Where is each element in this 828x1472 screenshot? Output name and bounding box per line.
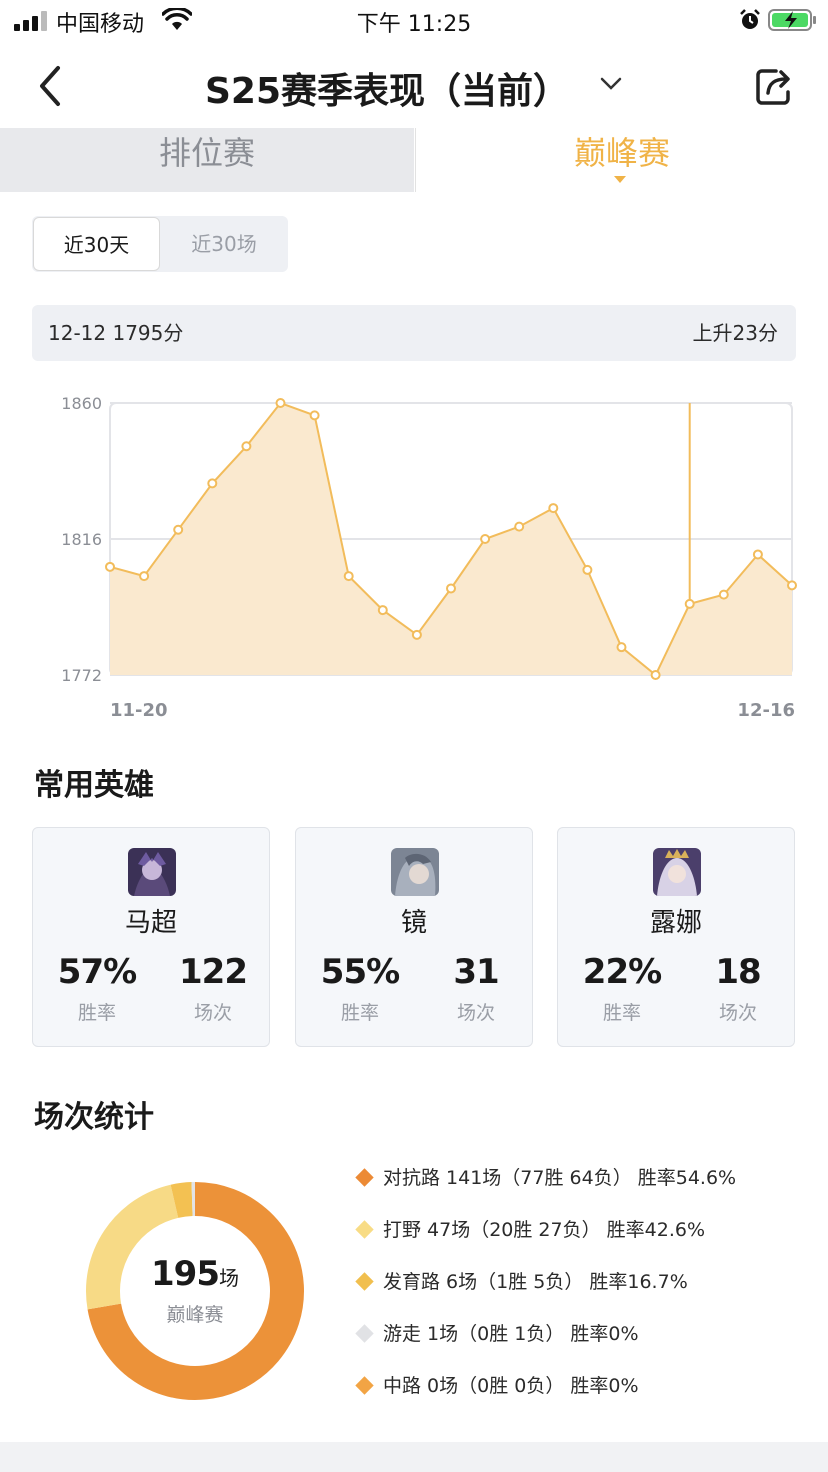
x-tick-label: 11-20: [110, 700, 168, 721]
win-rate-value: 22%: [582, 952, 662, 992]
hero-avatar: [653, 848, 701, 896]
data-point[interactable]: [650, 670, 661, 680]
tab-peak[interactable]: 巅峰赛: [415, 128, 828, 192]
status-bar: 中国移动 下午 11:25: [0, 0, 828, 44]
win-rate-value: 57%: [57, 952, 137, 992]
data-point[interactable]: [616, 642, 627, 653]
data-point[interactable]: [207, 478, 218, 489]
share-icon[interactable]: [754, 66, 794, 106]
data-point[interactable]: [787, 580, 797, 591]
tab-ranked[interactable]: 排位赛: [0, 128, 414, 192]
mode-tabs: 排位赛 巅峰赛: [0, 128, 828, 192]
legend-text: 游走 1场（0胜 1负） 胜率0%: [383, 1323, 639, 1345]
data-point[interactable]: [139, 571, 150, 582]
hero-games: 18 场次: [688, 952, 788, 1025]
legend-marker-diamond: [355, 1272, 374, 1291]
data-point[interactable]: [582, 564, 593, 575]
range-toggle: 近30天 近30场: [32, 216, 288, 272]
total-games-mode: 巅峰赛: [166, 1304, 224, 1326]
chevron-down-icon: [600, 77, 622, 90]
x-tick-label: 12-16: [737, 700, 795, 721]
heroes-section-title: 常用英雄: [34, 768, 154, 803]
battery-charging-icon: [768, 9, 816, 31]
tab-peak-label: 巅峰赛: [573, 134, 670, 172]
legend-text: 对抗路 141场（77胜 64负） 胜率54.6%: [383, 1167, 737, 1189]
legend-marker-diamond: [355, 1168, 374, 1187]
legend-marker-diamond: [355, 1220, 374, 1239]
data-point[interactable]: [343, 571, 354, 582]
legend-text: 中路 0场（0胜 0负） 胜率0%: [383, 1375, 639, 1397]
score-trend-chart[interactable]: 1772 1816 1860 11-20 12-16: [0, 380, 828, 730]
games-label: 场次: [718, 1002, 757, 1024]
games-value: 18: [715, 952, 761, 992]
legend-text: 打野 47场（20胜 27负） 胜率42.6%: [383, 1219, 706, 1241]
data-point[interactable]: [480, 534, 491, 544]
hero-avatar: [391, 848, 439, 896]
win-rate-value: 55%: [320, 952, 400, 992]
score-change: 上升23分: [692, 321, 778, 345]
total-games-unit: 场: [218, 1266, 239, 1290]
page-title: S25赛季表现（当前）: [204, 71, 570, 112]
alarm-icon: [740, 9, 760, 29]
data-point[interactable]: [275, 398, 286, 408]
range-30-games-button[interactable]: 近30场: [160, 216, 288, 272]
bottom-divider: [0, 1442, 828, 1472]
season-selector[interactable]: S25赛季表现（当前）: [205, 62, 623, 114]
hero-games: 122 场次: [163, 952, 263, 1025]
total-games: 195场: [84, 1254, 306, 1294]
data-point[interactable]: [752, 549, 763, 560]
legend-text: 发育路 6场（1胜 5负） 胜率16.7%: [383, 1271, 688, 1293]
hero-card-luna[interactable]: 露娜 22% 胜率 18 场次: [557, 827, 795, 1047]
y-tick-label: 1816: [61, 530, 102, 549]
data-point[interactable]: [446, 583, 456, 594]
hero-win-rate: 22% 胜率: [572, 952, 672, 1025]
hero-card-jing[interactable]: 镜 55% 胜率 31 场次: [295, 827, 533, 1047]
data-point[interactable]: [309, 410, 320, 421]
clock-time: 下午 11:25: [356, 12, 472, 37]
games-value: 31: [453, 952, 499, 992]
y-tick-label: 1772: [61, 666, 102, 685]
hero-name: 镜: [400, 908, 427, 938]
hero-games: 31 场次: [426, 952, 526, 1025]
range-30-days-button[interactable]: 近30天: [33, 217, 160, 271]
donut-segment: [170, 1182, 193, 1218]
score-info-bar: 12-12 1795分 上升23分: [32, 305, 796, 361]
navigation-bar: S25赛季表现（当前）: [0, 44, 828, 128]
win-rate-label: 胜率: [340, 1002, 379, 1024]
hero-win-rate: 57% 胜率: [47, 952, 147, 1025]
data-point[interactable]: [684, 598, 695, 609]
hero-avatar: [128, 848, 176, 896]
data-point[interactable]: [548, 503, 559, 514]
win-rate-label: 胜率: [602, 1002, 641, 1024]
data-point[interactable]: [377, 605, 388, 616]
data-point[interactable]: [105, 561, 115, 572]
active-tab-indicator: [614, 176, 626, 183]
data-point[interactable]: [241, 441, 252, 452]
y-tick-label: 1860: [61, 394, 102, 413]
hero-card-machao[interactable]: 马超 57% 胜率 122 场次: [32, 827, 270, 1047]
stats-section-title: 场次统计: [34, 1100, 154, 1135]
win-rate-label: 胜率: [77, 1002, 116, 1024]
selected-date-score: 12-12 1795分: [48, 321, 184, 345]
games-label: 场次: [456, 1002, 495, 1024]
hero-name: 露娜: [649, 908, 702, 938]
legend-marker-diamond: [355, 1324, 374, 1343]
data-point[interactable]: [411, 629, 422, 640]
tab-ranked-label: 排位赛: [158, 134, 255, 172]
data-point[interactable]: [718, 589, 729, 600]
data-point[interactable]: [173, 524, 184, 535]
games-label: 场次: [193, 1002, 232, 1024]
games-value: 122: [179, 952, 248, 992]
hero-win-rate: 55% 胜率: [310, 952, 410, 1025]
total-games-value: 195: [151, 1254, 220, 1294]
legend-marker-diamond: [355, 1376, 374, 1395]
data-point[interactable]: [514, 521, 525, 532]
hero-name: 马超: [124, 908, 177, 938]
